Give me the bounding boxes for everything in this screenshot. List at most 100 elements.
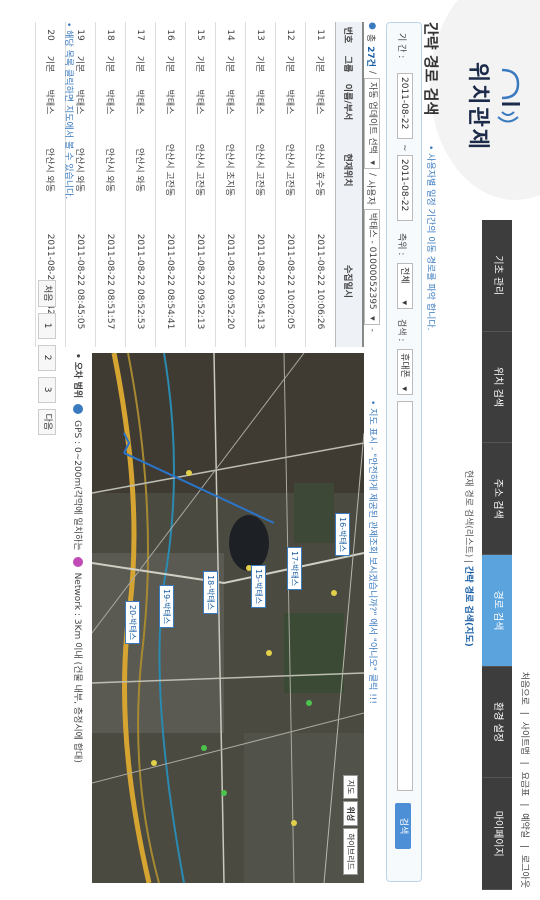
cell-group: 기본 (125, 48, 156, 80)
map-pin-label[interactable]: 20-박태스 (125, 601, 140, 645)
type-select[interactable]: 전체 (397, 263, 413, 309)
cell-number: 20 (35, 22, 66, 48)
cell-number: 11 (305, 22, 336, 48)
cell-number: 17 (125, 22, 156, 48)
cell-group: 기본 (95, 48, 126, 80)
date-to-input[interactable]: 2011-08-22 (397, 155, 413, 221)
cond-label: 검색 : (396, 319, 406, 342)
table-row[interactable]: 15 기본 박태스 안산시 고잔동 2011-08-22 09:52:13 (185, 22, 216, 347)
total-count: 27건 (365, 46, 376, 67)
page-next-button[interactable]: 다음 (38, 408, 56, 436)
home-link[interactable]: 처음으로 (519, 672, 529, 705)
search-button[interactable]: 검색 (395, 803, 411, 849)
cell-group: 기본 (245, 48, 276, 80)
page-2-button[interactable]: 2 (38, 344, 56, 371)
top-link-sep: | (519, 711, 529, 715)
page-1-button[interactable]: 1 (38, 312, 56, 339)
satellite-map[interactable]: 16-박태스 17-박태스 15-박태스 18-박태스 19-박태스 20-박태… (92, 353, 364, 883)
pagination: 처음 1 2 3 다음 (38, 280, 56, 436)
list-bullet: ● (367, 22, 377, 30)
table-row[interactable]: 11 기본 박태스 안산시 호수동 2011-08-22 10:06:26 (305, 22, 336, 347)
main-nav: 기초 관리 위치 검색 주소 검색 경로 검색 환경 설정 마이페이지 (482, 220, 512, 891)
cell-location: 안산시 와동 (125, 124, 156, 216)
map-pin-label[interactable]: 16-박태스 (335, 513, 350, 557)
logout-link[interactable]: 로그아웃 (519, 855, 529, 888)
page-canvas: 위치관제 처음으로 | 사이트맵 | 요금표 | 예약실 | 로그아웃 기초 관… (0, 0, 540, 900)
map-type-satellite-button[interactable]: 위성 (343, 801, 358, 827)
top-link-sep: | (519, 803, 529, 807)
legend-gps: GPS : 0~200m(각막에 일치하는 (72, 420, 82, 551)
legend-network: Network : 3Km 이내 (건물 내부, 층정시에 합대) (72, 572, 82, 763)
user-select[interactable]: 박태스 - 01000052395 (364, 208, 380, 325)
period-label: 기 간 : (396, 33, 406, 59)
cond-select[interactable]: 휴대폰 (397, 349, 413, 395)
reservation-link[interactable]: 예약실 (519, 813, 529, 838)
auto-refresh-select[interactable]: 자동 업데이트 선택 (364, 78, 380, 169)
table-row[interactable]: 18 기본 박태스 안산시 와동 2011-08-22 08:51:57 (95, 22, 126, 347)
cell-group: 기본 (305, 48, 336, 80)
nav-item-settings[interactable]: 환경 설정 (482, 666, 512, 779)
cell-time: 2011-08-22 09:54:13 (245, 216, 276, 347)
col-name: 이름/부서 (335, 80, 363, 124)
cell-name: 박태스 (155, 80, 186, 124)
table-row[interactable]: 13 기본 박태스 안산시 고잔동 2011-08-22 09:54:13 (245, 22, 276, 347)
table-row[interactable]: 16 기본 박태스 안산시 고잔동 2011-08-22 08:54:41 (155, 22, 186, 347)
cell-name: 박태스 (275, 80, 306, 124)
page-first-button[interactable]: 처음 (38, 280, 56, 307)
cell-location: 안산시 와동 (95, 124, 126, 216)
cell-name: 박태스 (35, 80, 66, 124)
map-pin-label[interactable]: 17-박태스 (287, 547, 302, 591)
pricing-link[interactable]: 요금표 (519, 772, 529, 797)
col-location: 현재위치 (335, 124, 363, 216)
search-panel: 기 간 : 2011-08-22 ~ 2011-08-22 측위 : 전체 검색… (386, 22, 422, 882)
brand-title[interactable]: 위치관제 (464, 62, 496, 151)
cell-number: 14 (215, 22, 246, 48)
cell-group: 기본 (185, 48, 216, 80)
cell-time: 2011-08-22 08:52:53 (125, 216, 156, 347)
cell-name: 박태스 (185, 80, 216, 124)
cell-name: 박태스 (215, 80, 246, 124)
page-3-button[interactable]: 3 (38, 376, 56, 403)
col-group: 그룹 (335, 48, 363, 80)
network-marker-icon (73, 556, 84, 567)
col-number: 번호 (335, 22, 363, 48)
page-title: 간략 경로 검색 (422, 22, 440, 116)
date-from-input[interactable]: 2011-08-22 (397, 73, 413, 139)
nav-item-route-search[interactable]: 경로 검색 (482, 555, 512, 667)
cell-number: 15 (185, 22, 216, 48)
legend-title: • 오차 범위 (72, 353, 82, 399)
nav-item-mypage[interactable]: 마이페이지 (482, 778, 512, 891)
table-body: 11 기본 박태스 안산시 호수동 2011-08-22 10:06:26 12 기본 박태스… (35, 22, 336, 347)
search-input[interactable] (397, 401, 413, 791)
map-type-hybrid-button[interactable]: 하이브리드 (343, 828, 358, 875)
cell-time: 2011-08-22 09:52:13 (185, 216, 216, 347)
signal-logo-icon (497, 68, 520, 123)
table-row[interactable]: 14 기본 박태스 안산시 초지동 2011-08-22 09:52:20 (215, 22, 246, 347)
cell-number: 12 (275, 22, 306, 48)
map-pin-label[interactable]: 19-박태스 (159, 585, 174, 629)
sitemap-link[interactable]: 사이트맵 (519, 722, 529, 755)
map-type-buttons: 지도 위성 하이브리드 (343, 774, 358, 875)
table-row[interactable]: 12 기본 박태스 안산시 고잔동 2011-08-22 10:02:05 (275, 22, 306, 347)
map-pin-label[interactable]: 18-박태스 (203, 571, 218, 615)
nav-item-basic[interactable]: 기초 관리 (482, 220, 512, 332)
cell-name: 박태스 (305, 80, 336, 124)
subnav-map-route[interactable]: 간략 경로 검색(지도) (463, 566, 473, 647)
map-pin-label[interactable]: 15-박태스 (251, 565, 266, 609)
total-prefix: 총 (365, 33, 376, 43)
nav-item-location-search[interactable]: 위치 검색 (482, 331, 512, 444)
period-tilde: ~ (399, 144, 409, 152)
cell-name: 박태스 (125, 80, 156, 124)
nav-item-address-search[interactable]: 주소 검색 (482, 443, 512, 556)
map-type-map-button[interactable]: 지도 (343, 774, 358, 800)
table-row[interactable]: 17 기본 박태스 안산시 와동 2011-08-22 08:52:53 (125, 22, 156, 347)
cell-group: 기본 (275, 48, 306, 80)
cell-group: 기본 (215, 48, 246, 80)
gps-marker-icon (73, 404, 84, 415)
list-header: ● 총 27건 / 자동 업데이트 선택 / 사용자 박태스 - 0100005… (364, 22, 380, 332)
cell-location: 안산시 고잔동 (275, 124, 306, 216)
map-note: • 지도 표시 - "안전하게 제공된 관제조회 보시겠습니까?" 에서 "아니… (367, 400, 377, 705)
cell-number: 16 (155, 22, 186, 48)
subnav-list-route[interactable]: 현재 경로 검색(리스트) (463, 470, 473, 557)
cell-name: 박태스 (95, 80, 126, 124)
